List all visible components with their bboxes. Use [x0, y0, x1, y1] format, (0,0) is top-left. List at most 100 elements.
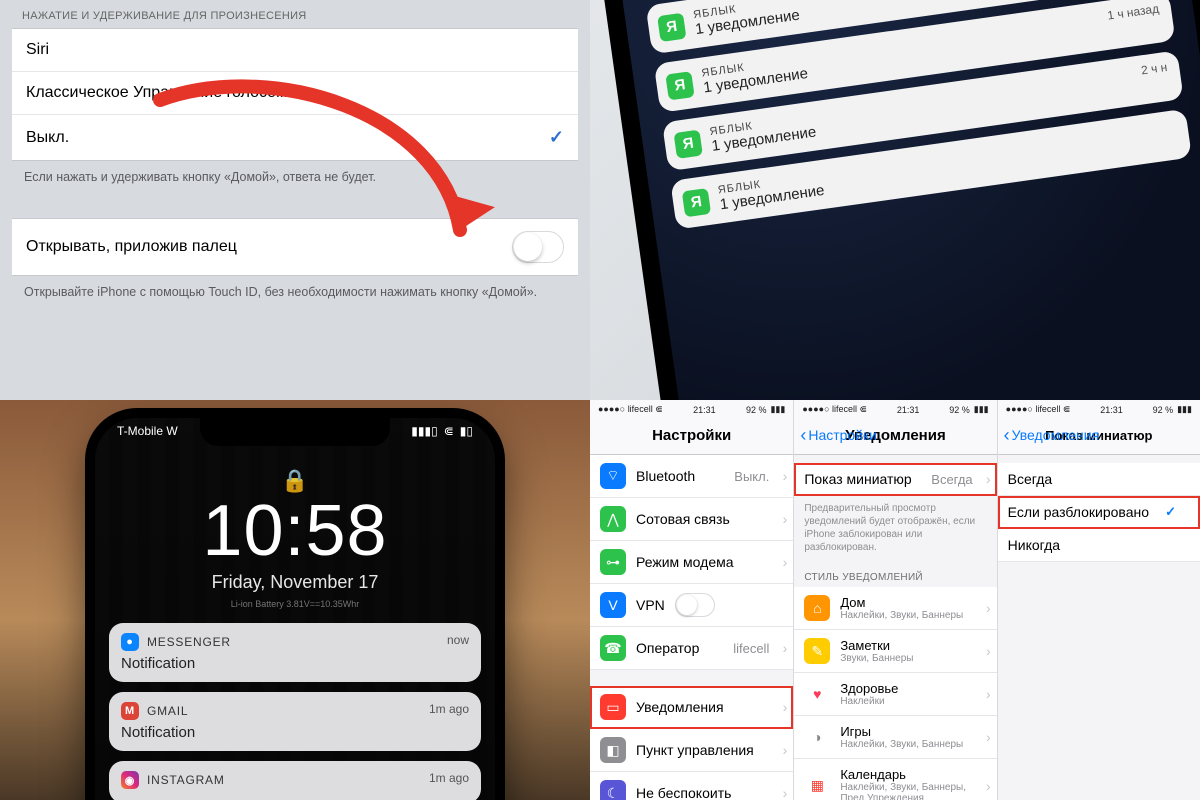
- preview-option-row[interactable]: Если разблокировано ✓: [998, 496, 1200, 529]
- row-show-previews-value: Всегда: [931, 472, 986, 487]
- app-notif-style: Звуки, Баннеры: [840, 653, 913, 664]
- notif-app-name: GMAIL: [147, 704, 188, 718]
- settings-row[interactable]: ☎ Операторlifecell›: [590, 627, 793, 670]
- status-carrier: ●●●●○ lifecell ⋐: [802, 404, 867, 415]
- checkmark-icon: ✓: [549, 127, 564, 148]
- row-icon: ⋀: [600, 506, 626, 532]
- status-carrier: ●●●●○ lifecell ⋐: [598, 404, 663, 415]
- app-icon: ♥: [804, 681, 830, 707]
- chevron-right-icon: ›: [783, 511, 788, 527]
- app-notif-style: Наклейки: [840, 696, 898, 707]
- app-icon: Я: [657, 12, 686, 41]
- chevron-right-icon: ›: [783, 742, 788, 758]
- section-header: НАЖАТИЕ И УДЕРЖИВАНИЕ ДЛЯ ПРОИЗНЕСЕНИЯ: [12, 0, 578, 28]
- notification-card[interactable]: M GMAIL 1m ago Notification: [109, 692, 481, 751]
- vpn-toggle[interactable]: [675, 593, 715, 617]
- status-time: 21:31: [1100, 405, 1123, 415]
- notification-card[interactable]: ● MESSENGER now Notification: [109, 623, 481, 682]
- row-value: lifecell: [733, 641, 783, 656]
- settings-row[interactable]: V VPN: [590, 584, 793, 627]
- app-icon: M: [121, 702, 139, 720]
- row-icon: ☾: [600, 780, 626, 800]
- checkmark-icon: ✓: [1165, 504, 1190, 520]
- settings-row[interactable]: ▭ Уведомления›: [590, 686, 793, 729]
- app-icon: ◉: [121, 771, 139, 789]
- notch: [200, 418, 390, 446]
- app-notification-row[interactable]: ⌂ Дом Наклейки, Звуки, Баннеры ›: [794, 587, 996, 630]
- app-notification-row[interactable]: ◑ Игры Наклейки, Звуки, Баннеры ›: [794, 716, 996, 759]
- row-classic-voice-label: Классическое Управление голосом: [26, 84, 287, 102]
- settings-row[interactable]: ☾ Не беспокоить ›: [590, 772, 793, 800]
- app-notif-style: Наклейки, Звуки, Баннеры: [840, 739, 963, 750]
- option-label: Если разблокировано: [1008, 504, 1149, 520]
- back-button[interactable]: ‹Настройки: [800, 427, 877, 443]
- notif-body: Notification: [121, 651, 469, 672]
- status-bar: ●●●●○ lifecell ⋐ 21:31 92 % ▮▮▮: [998, 400, 1200, 419]
- row-label: Не беспокоить: [636, 785, 731, 800]
- status-time: 21:31: [693, 405, 716, 415]
- app-notification-row[interactable]: ▦ Календарь Наклейки, Звуки, Баннеры, Пр…: [794, 759, 996, 800]
- settings-notifications-screen: ●●●●○ lifecell ⋐ 21:31 92 % ▮▮▮ ‹Настрой…: [793, 400, 996, 800]
- row-rest-finger-label: Открывать, приложив палец: [26, 238, 237, 256]
- app-name: Календарь: [840, 767, 986, 782]
- notif-app-name: MESSENGER: [147, 635, 231, 649]
- row-off[interactable]: Выкл. ✓: [12, 115, 578, 160]
- panel-settings-home-hold: НАЖАТИЕ И УДЕРЖИВАНИЕ ДЛЯ ПРОИЗНЕСЕНИЯ S…: [0, 0, 590, 400]
- row-icon: ⌔: [600, 463, 626, 489]
- app-notification-row[interactable]: ✎ Заметки Звуки, Баннеры ›: [794, 630, 996, 673]
- chevron-right-icon: ›: [986, 471, 991, 487]
- chevron-right-icon: ›: [783, 640, 788, 656]
- settings-show-previews-screen: ●●●●○ lifecell ⋐ 21:31 92 % ▮▮▮ ‹Уведомл…: [997, 400, 1200, 800]
- navbar-show-previews: ‹Уведомления Показ миниатюр: [998, 419, 1200, 455]
- footer-note-1: Если нажать и удерживать кнопку «Домой»,…: [12, 161, 578, 200]
- notif-age: now: [447, 633, 469, 647]
- row-icon: ☎: [600, 635, 626, 661]
- row-siri[interactable]: Siri: [12, 29, 578, 72]
- notif-age: 1m ago: [429, 702, 469, 716]
- app-icon: ▦: [804, 773, 830, 799]
- row-off-label: Выкл.: [26, 129, 69, 147]
- app-icon: Я: [665, 71, 694, 100]
- row-rest-finger-open[interactable]: Открывать, приложив палец: [12, 219, 578, 275]
- chevron-right-icon: ›: [986, 600, 991, 616]
- status-bar: ●●●●○ lifecell ⋐ 21:31 92 % ▮▮▮: [590, 400, 793, 419]
- navbar-title: Настройки: [652, 427, 731, 444]
- status-right: 92 % ▮▮▮: [1153, 404, 1192, 415]
- notif-body: [121, 789, 469, 793]
- footer-note-2: Открывайте iPhone с помощью Touch ID, бе…: [12, 276, 578, 315]
- settings-row[interactable]: ⊶ Режим модема›: [590, 541, 793, 584]
- row-label: Сотовая связь: [636, 511, 730, 527]
- chevron-right-icon: ›: [783, 699, 788, 715]
- panel-lockscreen-notifications-tilted: Вторник Ранее сегодня 8 мин назад Я ЯБЛЫ…: [590, 0, 1200, 400]
- row-label: Режим модема: [636, 554, 734, 570]
- app-icon: Я: [682, 187, 711, 216]
- notif-body: Notification: [121, 720, 469, 741]
- row-show-previews-label: Показ миниатюр: [804, 471, 911, 487]
- notification-card[interactable]: ◉ INSTAGRAM 1m ago: [109, 761, 481, 800]
- wallpaper-small-text: Li-ion Battery 3.81V==10.35Whr: [95, 599, 495, 609]
- app-notif-style: Наклейки, Звуки, Баннеры, Пред.Упреждени…: [840, 782, 986, 800]
- signal-icon: ▮▮▮▯: [411, 424, 437, 438]
- chevron-right-icon: ›: [986, 778, 991, 794]
- app-notification-row[interactable]: ♥ Здоровье Наклейки ›: [794, 673, 996, 716]
- row-label: Пункт управления: [636, 742, 754, 758]
- settings-root-screen: ●●●●○ lifecell ⋐ 21:31 92 % ▮▮▮ Настройк…: [590, 400, 793, 800]
- settings-row[interactable]: ⌔ BluetoothВыкл.›: [590, 455, 793, 498]
- option-label: Никогда: [1008, 537, 1060, 553]
- back-button[interactable]: ‹Уведомления: [1004, 427, 1100, 443]
- settings-row[interactable]: ⋀ Сотовая связь ›: [590, 498, 793, 541]
- settings-row[interactable]: ◧ Пункт управления›: [590, 729, 793, 772]
- app-name: Заметки: [840, 638, 913, 653]
- row-show-previews[interactable]: Показ миниатюр Всегда ›: [794, 463, 996, 496]
- rest-finger-toggle[interactable]: [512, 231, 564, 263]
- option-label: Всегда: [1008, 471, 1053, 487]
- panel-iphonex-lockscreen: T-Mobile W ▮▮▮▯ ⋐ ▮▯ 🔒 10:58 Friday, Nov…: [0, 400, 590, 800]
- row-icon: V: [600, 592, 626, 618]
- preview-option-row[interactable]: Всегда: [998, 463, 1200, 496]
- preview-option-row[interactable]: Никогда: [998, 529, 1200, 562]
- chevron-right-icon: ›: [783, 785, 788, 800]
- row-label: Уведомления: [636, 699, 724, 715]
- navbar-settings: Настройки: [590, 419, 793, 455]
- row-classic-voice[interactable]: Классическое Управление голосом: [12, 72, 578, 115]
- chevron-left-icon: ‹: [800, 428, 806, 442]
